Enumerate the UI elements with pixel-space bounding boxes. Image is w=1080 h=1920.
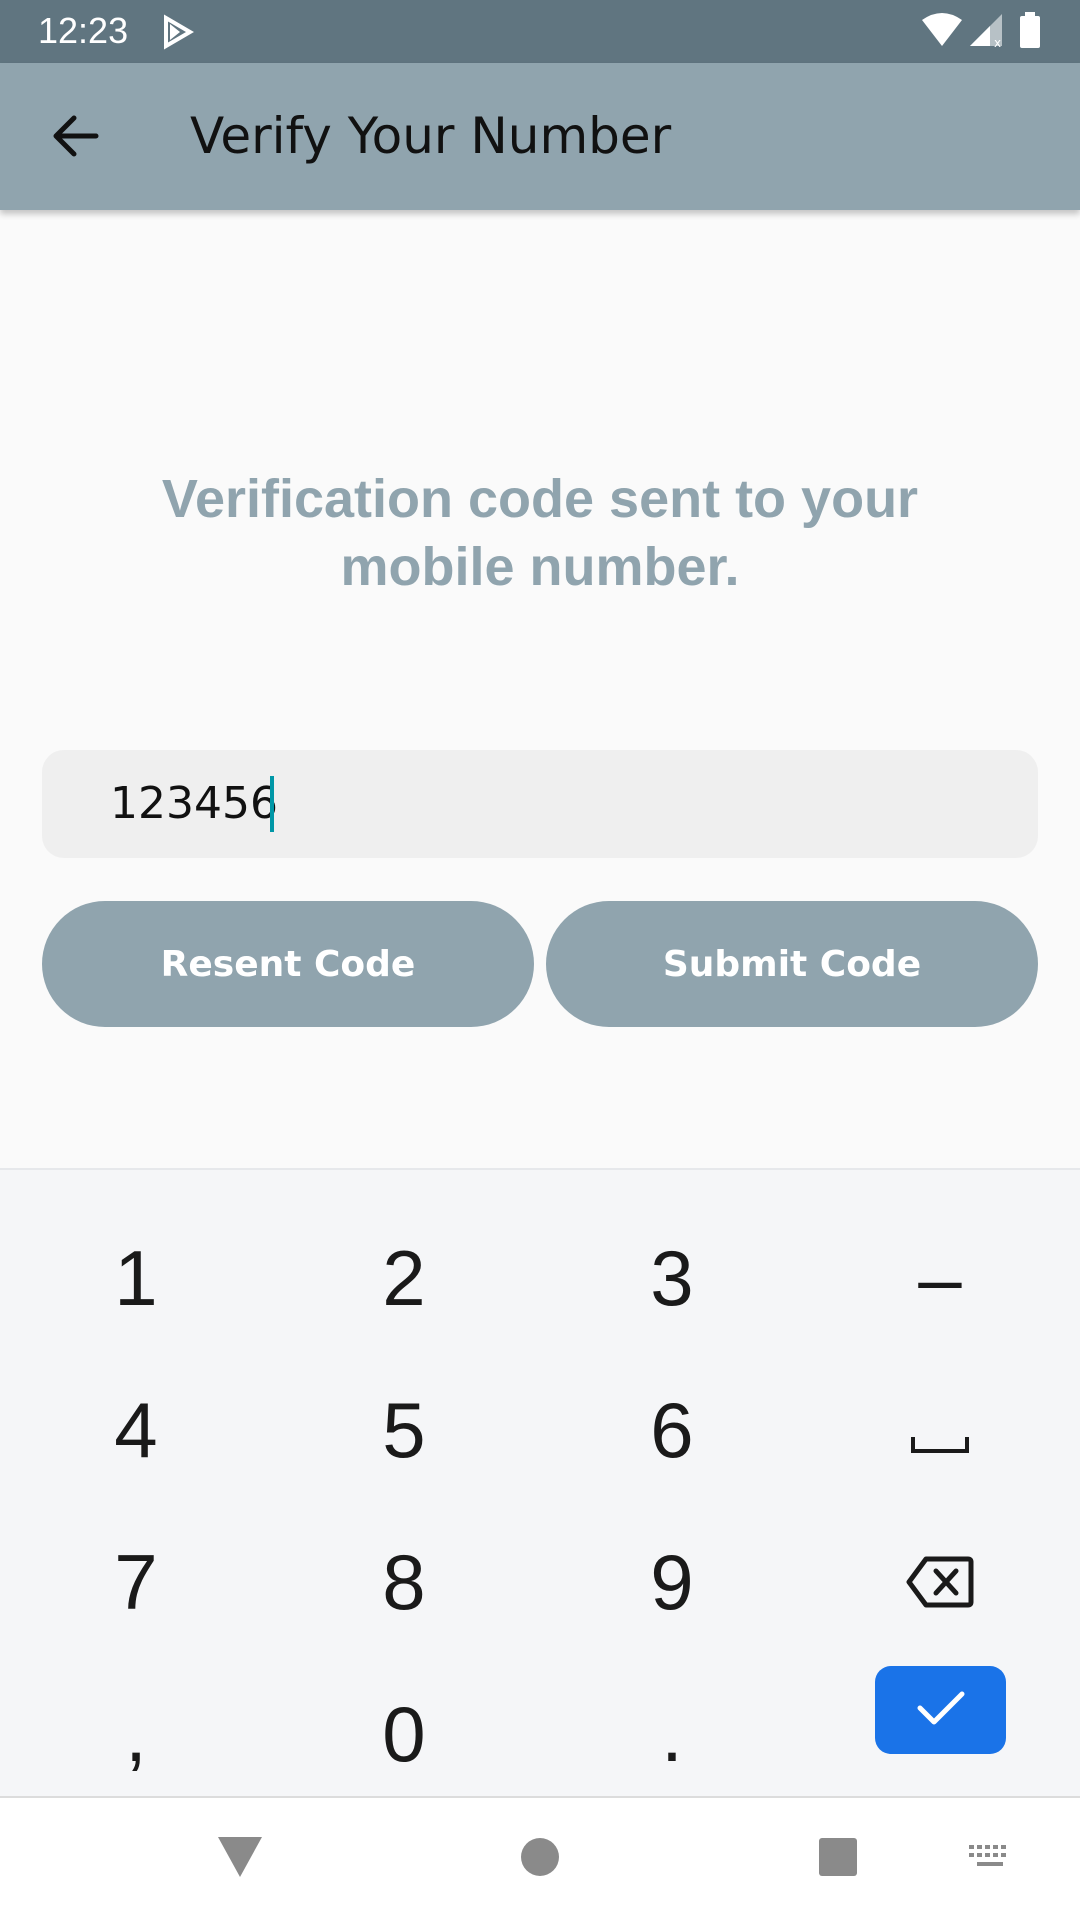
system-nav-bar bbox=[0, 1796, 1080, 1920]
back-button[interactable] bbox=[40, 103, 110, 173]
key-space[interactable] bbox=[806, 1354, 1074, 1506]
numeric-keyboard: 1 2 3 – 4 5 6 7 8 9 , 0 . bbox=[0, 1168, 1080, 1796]
wifi-icon bbox=[920, 12, 964, 52]
key-3[interactable]: 3 bbox=[538, 1202, 806, 1354]
nav-home-button[interactable] bbox=[500, 1824, 580, 1894]
backspace-icon bbox=[906, 1537, 974, 1628]
key-9[interactable]: 9 bbox=[538, 1506, 806, 1658]
home-circle-icon bbox=[520, 1837, 560, 1881]
submit-code-button[interactable]: Submit Code bbox=[546, 901, 1038, 1027]
key-6[interactable]: 6 bbox=[538, 1354, 806, 1506]
enter-key[interactable] bbox=[875, 1666, 1006, 1754]
app-bar: Verify Your Number bbox=[0, 63, 1080, 210]
key-period[interactable]: . bbox=[538, 1658, 806, 1810]
key-0[interactable]: 0 bbox=[270, 1658, 538, 1810]
status-bar: 12:23 x bbox=[0, 0, 1080, 63]
key-comma[interactable]: , bbox=[2, 1658, 270, 1810]
verification-code-input[interactable]: 123456 bbox=[42, 750, 1038, 858]
key-2[interactable]: 2 bbox=[270, 1202, 538, 1354]
arrow-back-icon bbox=[50, 114, 100, 162]
svg-text:x: x bbox=[994, 36, 1001, 48]
key-8[interactable]: 8 bbox=[270, 1506, 538, 1658]
key-4[interactable]: 4 bbox=[2, 1354, 270, 1506]
page-title: Verify Your Number bbox=[190, 107, 672, 165]
text-caret bbox=[270, 776, 274, 832]
status-time: 12:23 bbox=[38, 10, 129, 51]
nav-back-button[interactable] bbox=[200, 1824, 280, 1894]
key-dash[interactable]: – bbox=[806, 1202, 1074, 1354]
play-store-icon bbox=[160, 14, 196, 54]
code-input-value: 123456 bbox=[110, 778, 278, 829]
checkmark-icon bbox=[916, 1688, 966, 1732]
verification-message: Verification code sent to your mobile nu… bbox=[161, 469, 919, 597]
signal-icon: x bbox=[968, 12, 1004, 52]
battery-icon bbox=[1018, 12, 1042, 54]
space-icon bbox=[910, 1385, 970, 1476]
resend-code-button[interactable]: Resent Code bbox=[42, 901, 534, 1027]
key-7[interactable]: 7 bbox=[2, 1506, 270, 1658]
recents-square-icon bbox=[818, 1837, 858, 1881]
nav-recents-button[interactable] bbox=[798, 1824, 878, 1894]
back-triangle-icon bbox=[216, 1835, 264, 1883]
key-1[interactable]: 1 bbox=[2, 1202, 270, 1354]
key-5[interactable]: 5 bbox=[270, 1354, 538, 1506]
keyboard-switch-button[interactable] bbox=[950, 1824, 1030, 1894]
keyboard-switch-icon bbox=[968, 1843, 1012, 1875]
key-backspace[interactable] bbox=[806, 1506, 1074, 1658]
